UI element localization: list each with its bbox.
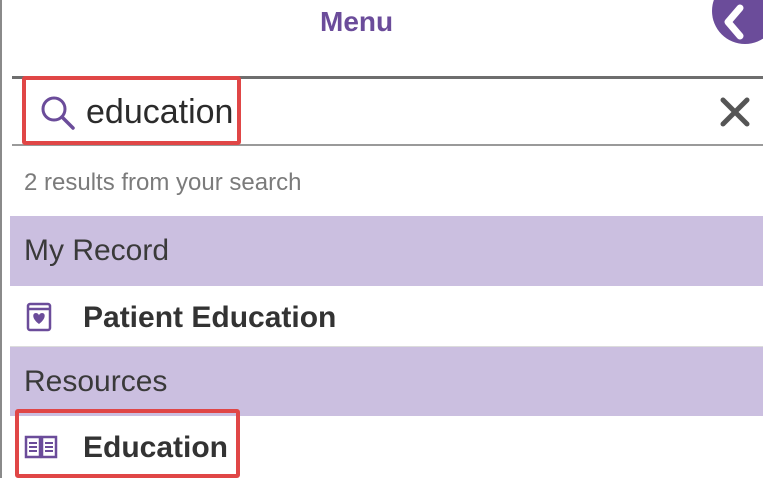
close-icon[interactable] [718,95,752,129]
section-resources: Resources [10,347,763,417]
back-button[interactable] [712,0,763,44]
section-title: My Record [24,234,170,267]
chevron-left-icon [724,4,744,40]
section-my-record: My Record [10,216,763,286]
results-count: 2 results from your search [24,169,302,196]
search-highlight-box [22,76,241,145]
panel-left-border [0,0,2,478]
menu-header: Menu [2,0,763,62]
menu-panel: Menu 2 results from your search My Recor… [0,0,763,478]
heart-badge-icon [26,302,52,332]
menu-title: Menu [320,6,394,37]
menu-item-patient-education[interactable]: Patient Education [10,286,763,348]
menu-item-label: Patient Education [83,301,337,334]
section-title: Resources [24,365,168,398]
education-highlight-box [15,409,240,478]
